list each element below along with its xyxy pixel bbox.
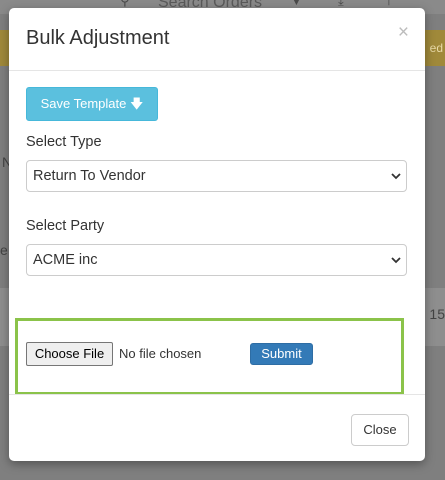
background-number: 15: [429, 306, 445, 322]
file-status-text: No file chosen: [119, 346, 202, 361]
save-template-button[interactable]: Save Template 🡇: [26, 87, 158, 121]
choose-file-button[interactable]: Choose File: [26, 342, 113, 366]
modal-title: Bulk Adjustment: [26, 27, 170, 49]
download-icon: ⤓: [338, 0, 344, 8]
select-type-dropdown[interactable]: Return To Vendor: [26, 160, 407, 192]
close-button[interactable]: Close: [351, 414, 409, 446]
select-party-label: Select Party: [26, 218, 105, 234]
select-type-value: Return To Vendor: [33, 168, 146, 184]
background-banner-text: ed: [429, 41, 443, 55]
arrow-down-icon: 🡇: [130, 96, 144, 111]
modal-header: Bulk Adjustment ×: [9, 8, 425, 71]
modal-footer: Close: [9, 394, 425, 461]
submit-button[interactable]: Submit: [250, 343, 313, 365]
background-text-fragment: e: [0, 242, 8, 258]
bulk-adjustment-modal: Bulk Adjustment × Save Template 🡇 Select…: [9, 8, 425, 461]
chevron-down-icon: [390, 245, 402, 286]
close-icon[interactable]: ×: [398, 22, 409, 44]
search-icon: ⚲: [120, 0, 130, 8]
select-type-label: Select Type: [26, 134, 102, 150]
chevron-down-icon: [390, 161, 402, 202]
file-upload-area: Choose File No file chosen Submit: [15, 318, 404, 395]
select-party-value: ACME inc: [33, 252, 98, 268]
upload-icon: ⤒: [386, 0, 392, 8]
filter-icon: ▼: [290, 0, 303, 8]
select-party-dropdown[interactable]: ACME inc: [26, 244, 407, 276]
save-template-label: Save Template: [40, 96, 127, 111]
